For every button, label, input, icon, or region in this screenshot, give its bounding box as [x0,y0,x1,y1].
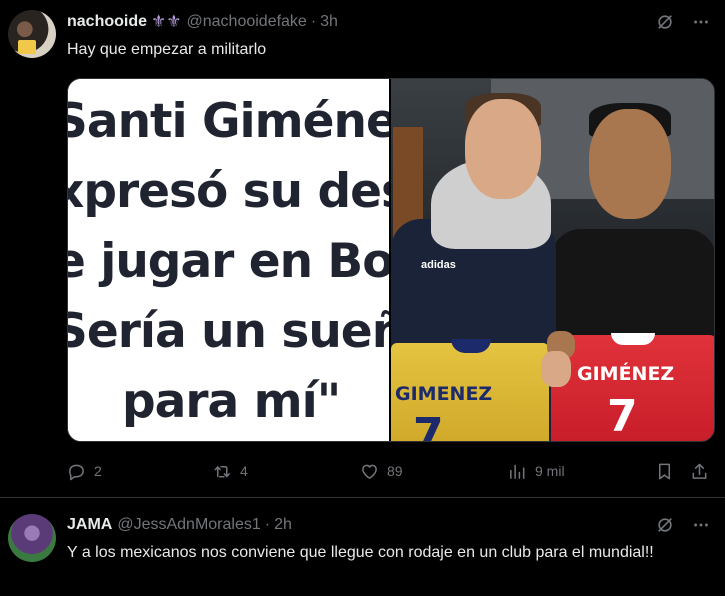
tweet[interactable]: nachooide ⚜⚜ @nachooidefake · 3h Hay que… [0,0,725,497]
timestamp[interactable]: 3h [320,13,338,31]
reply-button[interactable]: 2 [67,458,102,484]
headline-line: para mí" [122,374,341,429]
retweet-icon [214,465,230,477]
jersey-collar [611,333,655,345]
share-icon [692,463,707,479]
headline-image: Santi Giméne xpresó su des e jugar en Bo… [68,79,389,441]
bookmark-button[interactable] [655,458,674,484]
tweet-header: JAMA @JessAdnMorales1 · 2h [67,514,292,536]
like-icon [362,464,377,479]
jersey-name: GIMENEZ [395,383,493,405]
person-right-head [589,109,671,219]
jersey-red: GIMÉNEZ 7 [551,333,714,441]
brand-logo: adidas [421,259,456,271]
display-name[interactable]: JAMA [67,516,112,534]
headline-text: Santi Giméne xpresó su des e jugar en Bo… [68,87,389,437]
tweet-top-icons [655,12,711,32]
grok-icon[interactable] [655,12,675,32]
jersey-name: GIMÉNEZ [577,363,675,385]
fleur-de-lis-emoji: ⚜⚜ [151,12,182,31]
reply-count: 2 [94,463,102,479]
tweet-actions: 2 4 89 9 mil [67,458,715,484]
retweet-count: 4 [240,463,248,479]
separator-dot: · [264,516,271,533]
tweet-text: Y a los mexicanos nos conviene que llegu… [67,544,654,561]
tweet-header: nachooide ⚜⚜ @nachooidefake · 3h [67,11,338,33]
share-button[interactable] [690,458,709,484]
headline-line: e jugar en Boc [68,234,389,289]
headline-line: Sería un sueñ [68,304,389,359]
like-button[interactable]: 89 [360,458,403,484]
more-icon[interactable] [691,515,711,535]
tweet-media[interactable]: Santi Giméne xpresó su des e jugar en Bo… [67,78,715,442]
retweet-button[interactable]: 4 [213,458,248,484]
person-left-head [465,99,541,199]
headline-line: Santi Giméne [68,94,389,149]
jersey-number: 7 [607,391,638,441]
tweet[interactable]: JAMA @JessAdnMorales1 · 2h Y a los mexic… [0,498,725,596]
tweet-top-icons [655,515,711,535]
photo: adidas GIMÉNEZ 7 GIMENEZ 7 [391,79,714,441]
views-count: 9 mil [535,463,565,479]
grok-icon[interactable] [655,515,675,535]
separator-dot: · [310,13,317,30]
user-handle[interactable]: @JessAdnMorales1 [117,516,260,534]
headline-line: xpresó su des [68,164,389,219]
hand [541,351,571,387]
display-name[interactable]: nachooide [67,13,147,31]
views-icon [510,464,525,479]
timestamp[interactable]: 2h [274,516,292,534]
user-handle[interactable]: @nachooidefake [187,13,307,31]
reply-icon [69,464,84,480]
avatar[interactable] [8,10,56,58]
jersey-collar [451,339,491,353]
jersey-number: 7 [413,409,444,441]
like-count: 89 [387,463,403,479]
views-button[interactable]: 9 mil [508,458,565,484]
jersey-yellow: GIMENEZ 7 [391,339,549,441]
more-icon[interactable] [691,12,711,32]
tweet-text: Hay que empezar a militarlo [67,41,267,58]
avatar[interactable] [8,514,56,562]
bookmark-icon [658,463,671,479]
